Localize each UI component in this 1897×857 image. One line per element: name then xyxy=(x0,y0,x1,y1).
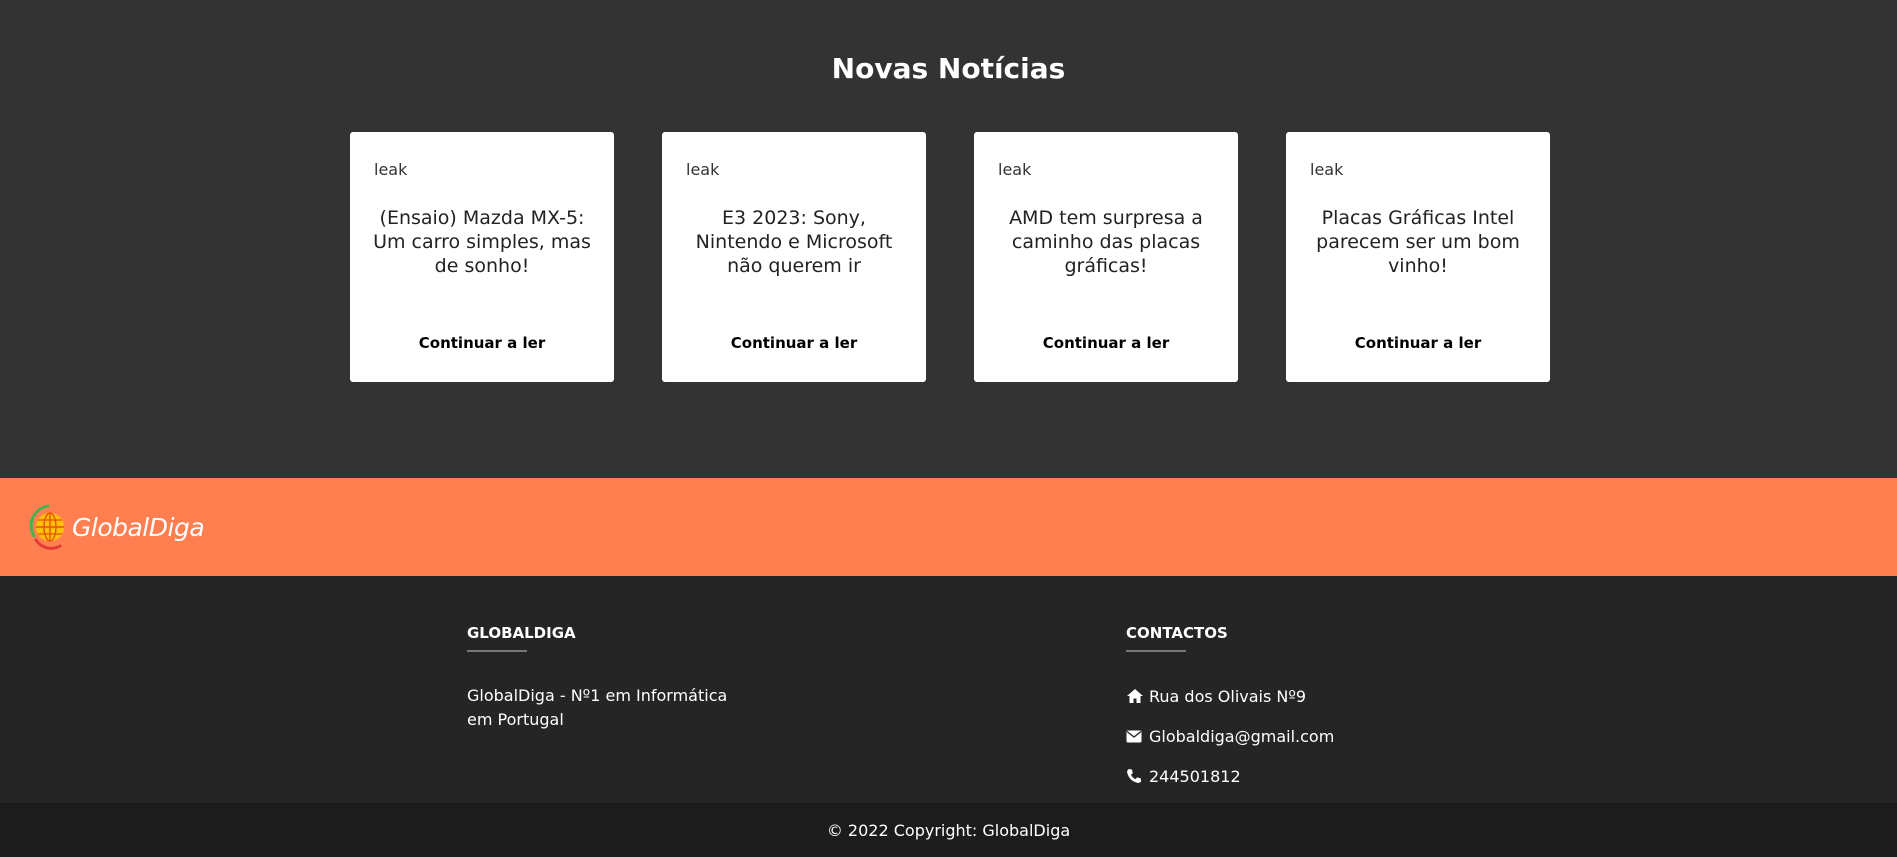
footer-heading-about: GlobalDiga xyxy=(467,624,576,642)
footer-contacts: Contactos Rua dos Olivais Nº9 Globaldiga… xyxy=(1126,624,1426,788)
heading-divider xyxy=(467,650,527,652)
news-section: Novas Notícias leak (Ensaio) Mazda MX-5:… xyxy=(0,0,1897,478)
news-card: leak AMD tem surpresa a caminho das plac… xyxy=(974,132,1238,382)
card-tag: leak xyxy=(686,160,720,179)
copyright-text: © 2022 Copyright: GlobalDiga xyxy=(826,821,1071,840)
card-tag: leak xyxy=(998,160,1032,179)
footer-heading-contacts: Contactos xyxy=(1126,624,1228,642)
card-tag: leak xyxy=(374,160,408,179)
globe-icon xyxy=(29,504,65,550)
card-title: (Ensaio) Mazda MX-5: Um carro simples, m… xyxy=(373,207,591,277)
home-icon xyxy=(1126,688,1145,704)
logo[interactable]: GlobalDiga xyxy=(28,500,205,554)
footer: GlobalDiga GlobalDiga - Nº1 em Informáti… xyxy=(0,576,1897,803)
contact-address: Rua dos Olivais Nº9 xyxy=(1126,684,1426,708)
logo-text: GlobalDiga xyxy=(72,512,205,542)
contact-email-text[interactable]: Globaldiga@gmail.com xyxy=(1149,727,1334,746)
brand-bar: GlobalDiga xyxy=(0,478,1897,576)
card-title: Placas Gráficas Intel parecem ser um bom… xyxy=(1316,207,1520,277)
card-tag: leak xyxy=(1310,160,1344,179)
read-more-link[interactable]: Continuar a ler xyxy=(1286,334,1550,352)
contact-phone-text: 244501812 xyxy=(1149,766,1241,786)
read-more-link[interactable]: Continuar a ler xyxy=(662,334,926,352)
envelope-icon xyxy=(1126,728,1145,744)
card-title: E3 2023: Sony, Nintendo e Microsoft não … xyxy=(695,207,893,277)
contact-phone: 244501812 xyxy=(1126,764,1426,788)
news-card: leak Placas Gráficas Intel parecem ser u… xyxy=(1286,132,1550,382)
news-cards: leak (Ensaio) Mazda MX-5: Um carro simpl… xyxy=(350,132,1550,382)
footer-about: GlobalDiga GlobalDiga - Nº1 em Informáti… xyxy=(467,624,767,732)
read-more-link[interactable]: Continuar a ler xyxy=(974,334,1238,352)
footer-about-text: GlobalDiga - Nº1 em Informática em Portu… xyxy=(467,686,728,729)
section-title: Novas Notícias xyxy=(831,52,1066,85)
heading-divider xyxy=(1126,650,1186,652)
read-more-link[interactable]: Continuar a ler xyxy=(350,334,614,352)
contact-email: Globaldiga@gmail.com xyxy=(1126,724,1426,748)
phone-icon xyxy=(1126,768,1145,784)
copyright-bar: © 2022 Copyright: GlobalDiga xyxy=(0,803,1897,857)
news-card: leak (Ensaio) Mazda MX-5: Um carro simpl… xyxy=(350,132,614,382)
news-card: leak E3 2023: Sony, Nintendo e Microsoft… xyxy=(662,132,926,382)
contact-address-text: Rua dos Olivais Nº9 xyxy=(1149,686,1307,706)
card-title: AMD tem surpresa a caminho das placas gr… xyxy=(1009,207,1203,277)
